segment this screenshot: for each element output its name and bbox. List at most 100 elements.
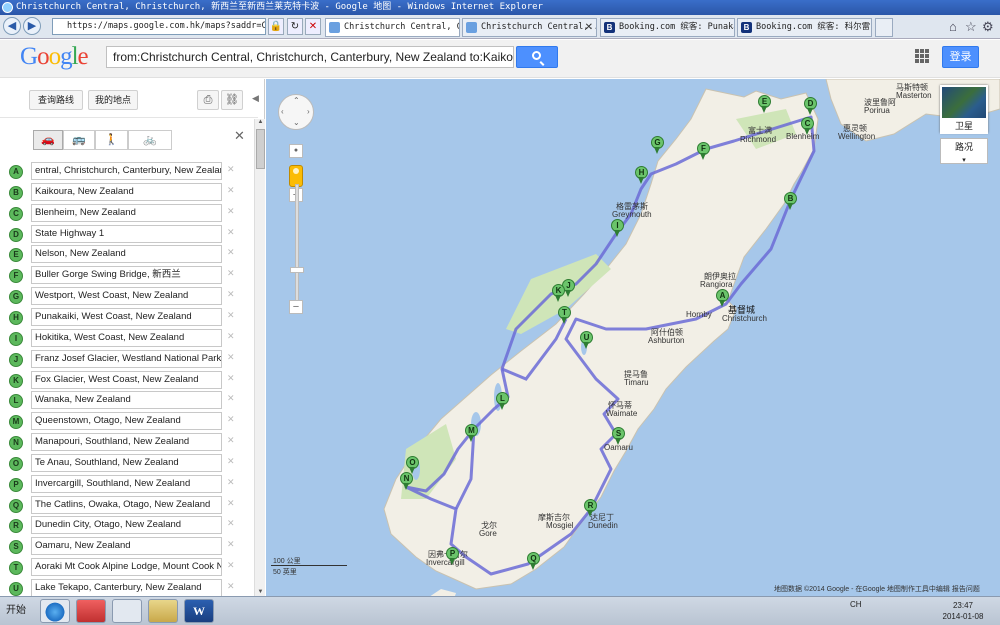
mode-walk-button[interactable]: 🚶 xyxy=(95,130,128,150)
route-pin[interactable]: O xyxy=(406,456,419,474)
waypoint-input[interactable]: State Highway 1 xyxy=(31,224,222,243)
clock[interactable]: 23:47 2014-01-08 xyxy=(938,600,988,622)
route-pin[interactable]: H xyxy=(635,166,648,184)
tab-maps-2[interactable]: Christchurch Central,... ✕ xyxy=(462,18,597,37)
route-pin[interactable]: B xyxy=(784,192,797,210)
remove-waypoint-icon[interactable]: ✕ xyxy=(227,373,235,384)
remove-waypoint-icon[interactable]: ✕ xyxy=(227,289,235,300)
mode-bike-button[interactable]: 🚲 xyxy=(128,130,172,150)
waypoint-input[interactable]: Invercargill, Southland, New Zealand xyxy=(31,474,222,493)
waypoint-input[interactable]: Hokitika, West Coast, New Zealand xyxy=(31,328,222,347)
remove-waypoint-icon[interactable]: ✕ xyxy=(227,164,235,175)
zoom-handle[interactable] xyxy=(290,267,304,273)
waypoint-marker[interactable]: O xyxy=(9,456,23,471)
route-pin[interactable]: S xyxy=(612,427,625,445)
remove-waypoint-icon[interactable]: ✕ xyxy=(227,227,235,238)
waypoint-input[interactable]: Dunedin City, Otago, New Zealand xyxy=(31,516,222,535)
waypoint-marker[interactable]: K xyxy=(9,373,23,388)
collapse-panel-icon[interactable]: ◀ xyxy=(252,93,259,104)
remove-waypoint-icon[interactable]: ✕ xyxy=(227,477,235,488)
word-taskbar-icon[interactable]: W xyxy=(184,599,214,623)
route-pin[interactable]: M xyxy=(465,424,478,442)
route-pin[interactable]: F xyxy=(697,142,710,160)
route-pin[interactable]: N xyxy=(400,472,413,490)
mode-car-button[interactable]: 🚗 xyxy=(33,130,63,150)
waypoint-input[interactable]: Lake Tekapo, Canterbury, New Zealand xyxy=(31,579,222,596)
waypoint-input[interactable]: Te Anau, Southland, New Zealand xyxy=(31,453,222,472)
waypoint-input[interactable]: entral, Christchurch, Canterbury, New Ze… xyxy=(31,162,222,180)
ie-taskbar-icon[interactable] xyxy=(40,599,70,623)
get-directions-button[interactable]: 查询路线 xyxy=(29,90,83,110)
traffic-dropdown[interactable]: 路况 ▾ xyxy=(940,138,988,164)
zoom-slider[interactable] xyxy=(295,184,299,309)
document-taskbar-icon[interactable] xyxy=(112,599,142,623)
waypoint-marker[interactable]: A xyxy=(9,165,23,179)
route-pin[interactable]: Q xyxy=(527,552,540,570)
tab-booking-1[interactable]: B Booking.com 缤客: Punaka... xyxy=(600,18,735,37)
search-input[interactable]: from:Christchurch Central, Christchurch,… xyxy=(106,46,514,68)
search-button[interactable] xyxy=(516,46,558,68)
pan-control[interactable]: ⌃ ‹ › ⌄ xyxy=(278,94,314,130)
waypoint-input[interactable]: Queenstown, Otago, New Zealand xyxy=(31,412,222,431)
remove-waypoint-icon[interactable]: ✕ xyxy=(227,581,235,592)
waypoint-marker[interactable]: E xyxy=(9,248,23,263)
remove-waypoint-icon[interactable]: ✕ xyxy=(227,247,235,258)
waypoint-input[interactable]: Punakaiki, West Coast, New Zealand xyxy=(31,307,222,326)
waypoint-input[interactable]: Nelson, New Zealand xyxy=(31,245,222,264)
waypoint-marker[interactable]: L xyxy=(9,394,23,409)
favorites-star-icon[interactable]: ☆ xyxy=(965,19,977,35)
zoom-out-button[interactable]: − xyxy=(289,300,303,314)
waypoint-marker[interactable]: J xyxy=(9,352,23,367)
folder-taskbar-icon[interactable] xyxy=(148,599,178,623)
route-pin[interactable]: A xyxy=(716,289,729,307)
remove-waypoint-icon[interactable]: ✕ xyxy=(227,352,235,363)
waypoint-marker[interactable]: N xyxy=(9,436,23,451)
route-pin[interactable]: G xyxy=(651,136,664,154)
route-pin[interactable]: U xyxy=(580,331,593,349)
print-icon[interactable]: ⎙ xyxy=(197,90,219,110)
waypoint-marker[interactable]: S xyxy=(9,540,23,555)
remove-waypoint-icon[interactable]: ✕ xyxy=(227,560,235,571)
refresh-icon[interactable]: ↻ xyxy=(287,18,303,35)
waypoint-marker[interactable]: C xyxy=(9,206,23,221)
apps-grid-icon[interactable] xyxy=(915,49,929,63)
satellite-label[interactable]: 卫星 xyxy=(940,118,988,134)
waypoint-marker[interactable]: U xyxy=(9,582,23,596)
stop-icon[interactable]: ✕ xyxy=(305,18,321,35)
remove-waypoint-icon[interactable]: ✕ xyxy=(227,414,235,425)
pan-down-icon[interactable]: ⌄ xyxy=(293,118,300,127)
remove-waypoint-icon[interactable]: ✕ xyxy=(227,331,235,342)
waypoint-input[interactable]: Franz Josef Glacier, Westland National P… xyxy=(31,349,222,368)
pan-left-icon[interactable]: ‹ xyxy=(281,107,284,116)
map-canvas[interactable]: 波里鲁阿 Porirua 马斯特顿 Masterton 惠灵顿 Wellingt… xyxy=(266,79,1000,596)
route-pin[interactable]: T xyxy=(558,306,571,324)
pan-up-icon[interactable]: ⌃ xyxy=(293,96,300,105)
panel-scrollbar[interactable]: ▲ ▼ xyxy=(254,119,265,596)
waypoint-input[interactable]: Buller Gorge Swing Bridge, 新西兰 xyxy=(31,266,222,285)
remove-waypoint-icon[interactable]: ✕ xyxy=(227,539,235,550)
remove-waypoint-icon[interactable]: ✕ xyxy=(227,310,235,321)
mode-transit-button[interactable]: 🚌 xyxy=(63,130,95,150)
route-pin[interactable]: L xyxy=(496,392,509,410)
home-icon[interactable]: ⌂ xyxy=(949,19,957,34)
waypoint-input[interactable]: Blenheim, New Zealand xyxy=(31,203,222,222)
close-tab-icon[interactable]: ✕ xyxy=(585,19,593,36)
app-taskbar-icon[interactable] xyxy=(76,599,106,623)
waypoint-marker[interactable]: I xyxy=(9,331,23,346)
waypoint-marker[interactable]: D xyxy=(9,227,23,242)
pan-right-icon[interactable]: › xyxy=(307,107,310,116)
waypoint-input[interactable]: Manapouri, Southland, New Zealand xyxy=(31,433,222,452)
new-tab-button[interactable] xyxy=(875,18,893,37)
login-button[interactable]: 登录 xyxy=(942,46,979,68)
forward-button[interactable]: ▶ xyxy=(23,17,41,35)
close-icon[interactable]: ✕ xyxy=(234,128,245,144)
remove-waypoint-icon[interactable]: ✕ xyxy=(227,393,235,404)
waypoint-marker[interactable]: M xyxy=(9,415,23,430)
waypoint-input[interactable]: Westport, West Coast, New Zealand xyxy=(31,287,222,306)
waypoint-input[interactable]: Oamaru, New Zealand xyxy=(31,537,222,556)
waypoint-input[interactable]: Fox Glacier, West Coast, New Zealand xyxy=(31,370,222,389)
tab-maps-1[interactable]: Christchurch Central, Ch... xyxy=(325,18,460,37)
waypoint-input[interactable]: Aoraki Mt Cook Alpine Lodge, Mount Cook … xyxy=(31,558,222,577)
remove-waypoint-icon[interactable]: ✕ xyxy=(227,206,235,217)
gear-icon[interactable]: ⚙ xyxy=(982,19,994,35)
